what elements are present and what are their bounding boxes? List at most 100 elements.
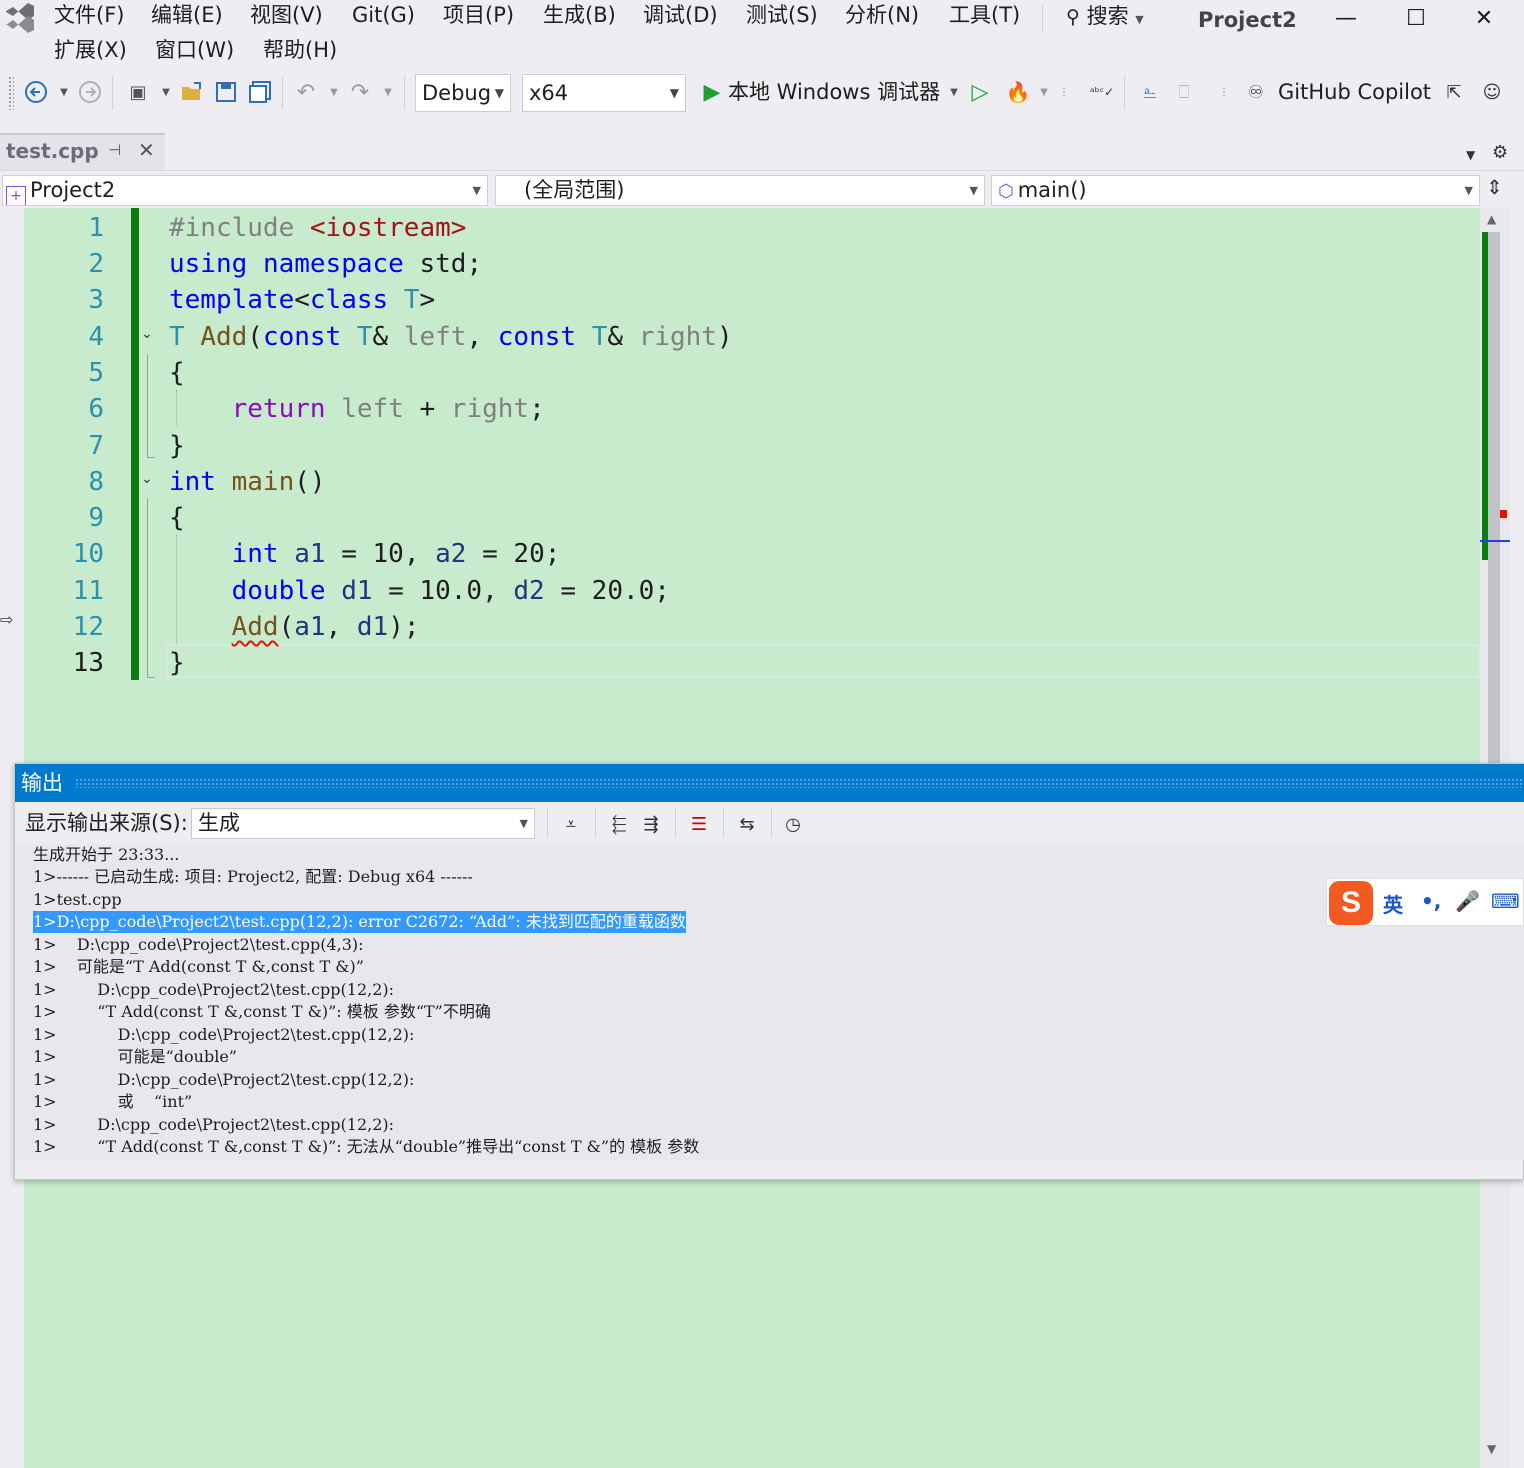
forward-nav-icon[interactable]	[76, 78, 104, 106]
output-text-area[interactable]: 生成开始于 23:33... 1>------ 已启动生成: 项目: Proje…	[15, 844, 1524, 1160]
tab-list-dropdown-icon[interactable]: ▼	[1466, 148, 1475, 162]
feedback-icon[interactable]: ☺	[1478, 78, 1506, 106]
start-debug-button[interactable]: 本地 Windows 调试器	[728, 76, 940, 108]
menu-analyze[interactable]: 分析(N)	[845, 0, 919, 30]
ime-punctuation-toggle[interactable]: •,	[1421, 889, 1441, 913]
fold-region-line	[147, 354, 155, 458]
back-nav-icon[interactable]	[22, 78, 50, 106]
clear-all-icon[interactable]: ☰	[685, 810, 713, 838]
code-line: double d1 = 10.0, d2 = 20.0;	[231, 576, 670, 606]
start-without-debug-icon[interactable]: ▷	[966, 78, 994, 106]
member-select[interactable]: ⬡ main() ▼	[991, 175, 1480, 206]
redo-icon[interactable]: ↷	[346, 78, 374, 106]
back-dropdown-icon[interactable]: ▼	[50, 78, 78, 106]
undo-dropdown-icon[interactable]: ▼	[320, 78, 348, 106]
save-all-icon[interactable]	[246, 78, 274, 106]
output-line-selected[interactable]: 1>D:\cpp_code\Project2\test.cpp(12,2): e…	[33, 911, 686, 933]
hot-reload-icon[interactable]: 🔥	[1004, 78, 1032, 106]
error-squiggle[interactable]: Add	[232, 612, 279, 642]
timestamp-icon[interactable]: ◷	[779, 810, 807, 838]
ime-toolbar: S 英 •, 🎤 ⌨	[1326, 878, 1524, 926]
menu-extensions[interactable]: 扩展(X)	[54, 35, 127, 65]
output-source-select[interactable]: 生成 ▼	[191, 808, 535, 839]
close-icon[interactable]: ✕	[138, 138, 155, 162]
menu-build[interactable]: 生成(B)	[543, 0, 616, 30]
uncomment-lines-icon[interactable]: ⎕	[1170, 78, 1198, 106]
copilot-button[interactable]: GitHub Copilot	[1278, 76, 1431, 108]
start-debug-icon[interactable]: ▶	[698, 78, 726, 106]
gear-icon[interactable]: ⚙	[1492, 142, 1508, 163]
menu-git[interactable]: Git(G)	[352, 0, 415, 30]
scrollbar-change-marker	[1482, 232, 1488, 560]
scrollbar-caret-marker	[1480, 540, 1510, 542]
output-title-bar[interactable]: 输出	[15, 764, 1524, 802]
scroll-down-icon[interactable]: ▼	[1487, 1442, 1496, 1456]
close-window-button[interactable]: ✕	[1454, 2, 1514, 36]
fold-toggle-icon[interactable]: ⌄	[141, 471, 153, 487]
scrollbar-error-marker[interactable]	[1500, 510, 1507, 518]
project-select[interactable]: + Project2 ▼	[2, 175, 488, 206]
open-folder-icon[interactable]	[178, 78, 206, 106]
next-message-icon[interactable]: ⇶	[637, 810, 665, 838]
toolbar-separator	[771, 808, 772, 838]
fold-toggle-icon[interactable]: ⌄	[141, 326, 153, 342]
output-line: 1> “T Add(const T &,const T &)”: 无法从“dou…	[33, 1137, 700, 1156]
comment-lines-icon[interactable]: ⎁	[1136, 78, 1164, 106]
menu-test[interactable]: 测试(S)	[746, 0, 818, 30]
output-window: 输出 显示输出来源(S): 生成 ▼ ⩡ ⬱ ⇶ ☰ ⇆ ◷ 生成开始于 23:…	[14, 763, 1524, 1180]
platform-select[interactable]: x64 ▼	[522, 74, 686, 112]
menu-project[interactable]: 项目(P)	[443, 0, 514, 30]
menu-debug[interactable]: 调试(D)	[643, 0, 718, 30]
menu-file[interactable]: 文件(F)	[54, 0, 124, 30]
scrollbar-thumb[interactable]	[1488, 232, 1500, 767]
toolbar-separator	[282, 76, 283, 110]
solution-config-select[interactable]: Debug ▼	[415, 74, 511, 112]
minimize-button[interactable]: —	[1316, 2, 1376, 36]
toolbar-overflow-icon[interactable]: ⋮	[1210, 78, 1238, 106]
keyboard-icon[interactable]: ⌨	[1491, 889, 1520, 913]
chevron-down-icon: ▼	[969, 184, 978, 197]
search-box[interactable]: ⚲ 搜索 ▼	[1066, 1, 1144, 35]
share-icon[interactable]: ⇱	[1440, 78, 1468, 106]
pin-icon[interactable]: ⊣	[108, 141, 121, 159]
line-number: 12	[72, 612, 104, 642]
chevron-down-icon: ▼	[472, 184, 481, 197]
new-project-icon[interactable]: ▣	[124, 78, 152, 106]
debug-target-dropdown-icon[interactable]: ▼	[940, 78, 968, 106]
toolbar-overflow-icon[interactable]: ⋮	[1050, 78, 1078, 106]
line-number: 2	[88, 249, 104, 279]
output-line: 1> 或 “int”	[33, 1092, 193, 1111]
scope-select[interactable]: (全局范围) ▼	[495, 175, 985, 206]
ime-mode-toggle[interactable]: 英	[1383, 889, 1403, 918]
redo-dropdown-icon[interactable]: ▼	[374, 78, 402, 106]
line-number: 4	[88, 322, 104, 352]
previous-message-icon[interactable]: ⬱	[605, 810, 633, 838]
navigation-bar: + Project2 ▼ (全局范围) ▼ ⬡ main() ▼ ⇕	[0, 170, 1524, 208]
line-number: 7	[88, 431, 104, 461]
word-wrap-icon[interactable]: ⇆	[733, 810, 761, 838]
split-window-icon[interactable]: ⇕	[1486, 175, 1503, 199]
undo-icon[interactable]: ↶	[292, 78, 320, 106]
maximize-button[interactable]: ☐	[1386, 2, 1446, 36]
menu-tools[interactable]: 工具(T)	[949, 0, 1020, 30]
search-label: 搜索	[1086, 4, 1129, 28]
code-line: return left + right;	[231, 394, 545, 424]
document-tab-strip: test.cpp ⊣ ✕ ▼ ⚙	[0, 116, 1524, 170]
find-message-icon[interactable]: ⩡	[557, 810, 585, 838]
output-line: 1> D:\cpp_code\Project2\test.cpp(4,3):	[33, 935, 364, 954]
scroll-up-icon[interactable]: ▲	[1487, 212, 1496, 226]
save-icon[interactable]	[212, 78, 240, 106]
new-dropdown-icon[interactable]: ▼	[152, 78, 180, 106]
search-icon: ⚲	[1066, 6, 1080, 28]
title-grip	[75, 778, 1524, 788]
tab-test-cpp[interactable]: test.cpp ⊣ ✕	[0, 133, 165, 170]
menu-view[interactable]: 视图(V)	[250, 0, 323, 30]
change-tracking-bar	[131, 208, 139, 680]
spell-check-icon[interactable]: ᵃᵇᶜ✓	[1088, 78, 1116, 106]
output-line: 1> D:\cpp_code\Project2\test.cpp(12,2):	[33, 1070, 415, 1089]
menu-help[interactable]: 帮助(H)	[263, 35, 337, 65]
sogou-logo-icon[interactable]: S	[1329, 881, 1373, 925]
menu-window[interactable]: 窗口(W)	[155, 35, 234, 65]
menu-edit[interactable]: 编辑(E)	[151, 0, 223, 30]
microphone-icon[interactable]: 🎤	[1455, 889, 1480, 913]
